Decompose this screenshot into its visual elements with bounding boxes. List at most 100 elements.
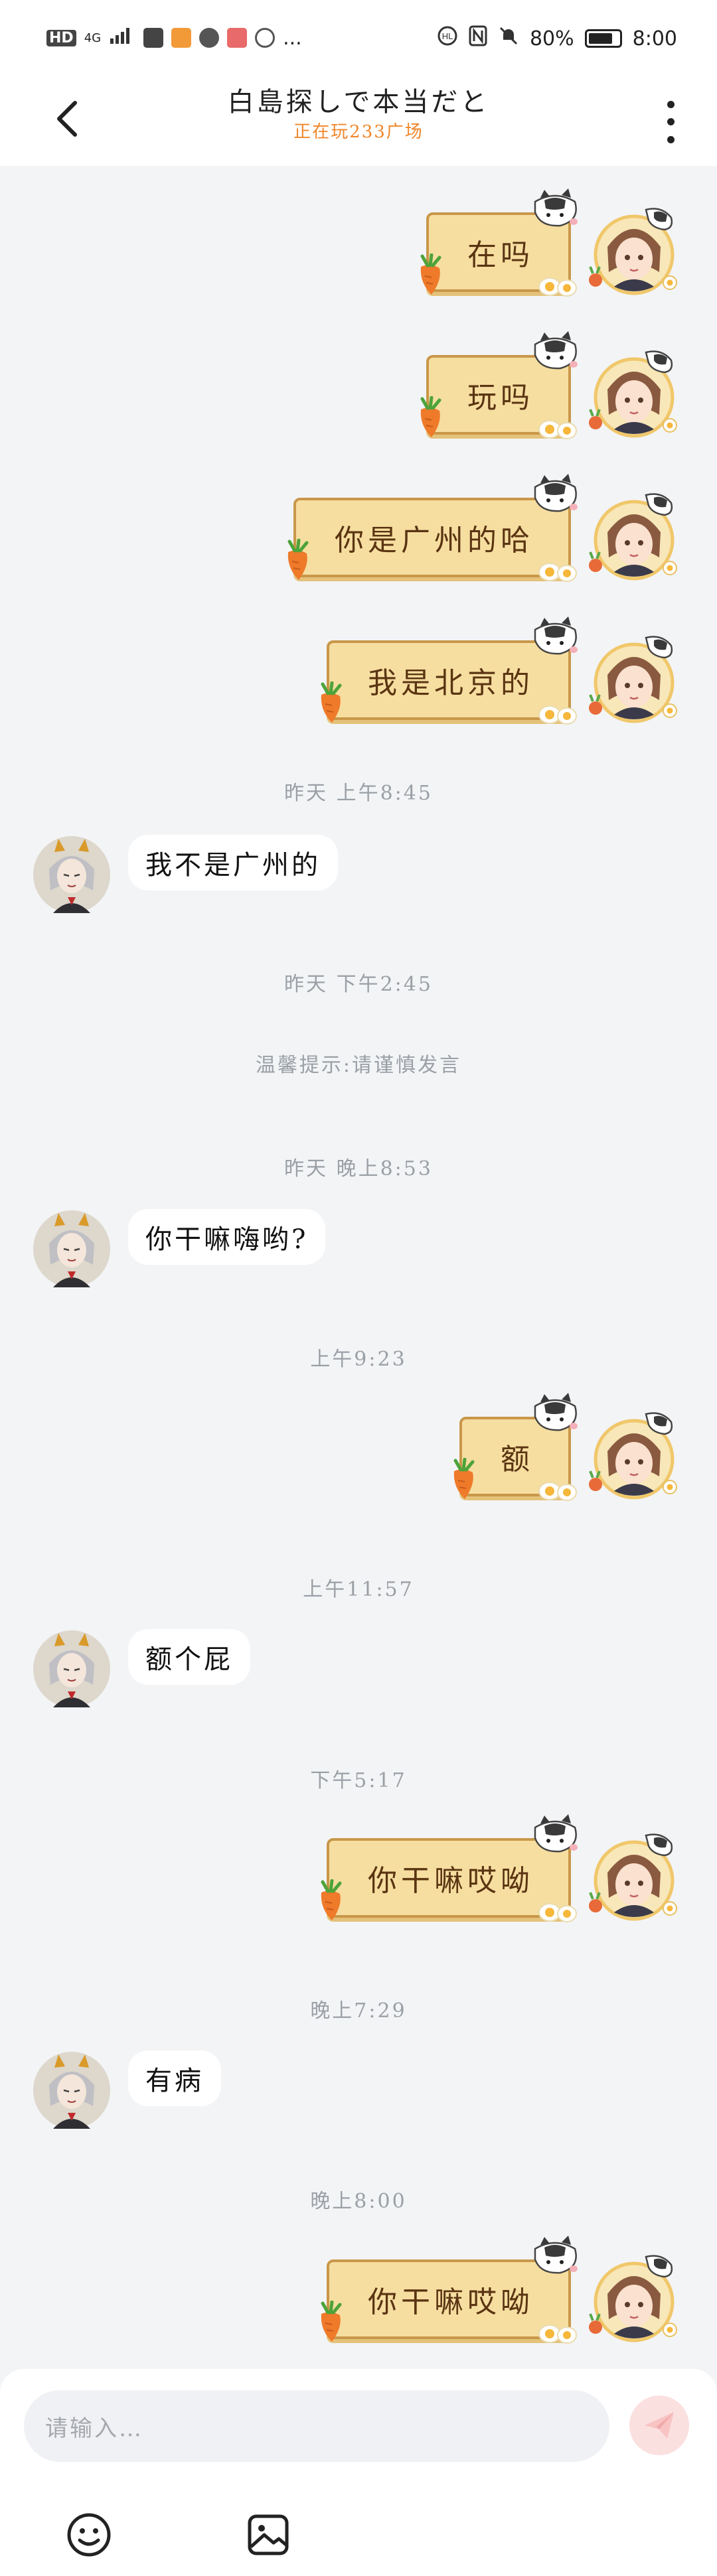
image-button[interactable] [244, 2511, 292, 2559]
sticker: 额 [453, 1393, 578, 1503]
message-row: 你干嘛嗨哟? [0, 1209, 717, 1289]
message-row: 额 [0, 1393, 717, 1516]
chevron-left-icon [57, 101, 77, 137]
message-row: 额个屁 [0, 1629, 717, 1709]
self-avatar[interactable] [588, 2253, 680, 2346]
timestamp: 昨天 晚上8:53 [284, 1157, 433, 1181]
hearing-aid-icon: HL [437, 25, 458, 52]
message-row: 在吗 [0, 188, 717, 312]
more-vertical-icon-dot [667, 118, 675, 126]
sticker-message[interactable]: 你是广州的哈 [287, 474, 578, 584]
smiley-icon [67, 2513, 111, 2557]
timestamp: 下午5:17 [310, 1769, 407, 1792]
carrot-icon [321, 1879, 342, 1920]
message-list[interactable]: 在吗 玩吗 你是广州的哈 我是北京的 昨天 上午8:45 我不是广州的 昨天 下… [0, 166, 717, 2369]
message-input[interactable]: 请输入… [24, 2390, 609, 2462]
cat-icon [534, 1814, 578, 1853]
cat-icon [534, 1393, 578, 1431]
message-row: 你干嘛哎呦 [0, 1814, 717, 1938]
cat-icon [534, 474, 578, 512]
sticker: 在吗 [420, 188, 578, 299]
timestamp: 上午11:57 [303, 1578, 414, 1601]
self-avatar[interactable] [588, 1831, 680, 1924]
circle-icon [255, 28, 276, 48]
carrot-icon [321, 2301, 342, 2342]
svg-text:HL: HL [442, 31, 453, 41]
timestamp: 上午9:23 [310, 1348, 407, 1371]
carrot-icon [321, 681, 342, 723]
video-app-icon [171, 28, 192, 48]
timestamp: 昨天 下午2:45 [284, 973, 433, 996]
system-notice: 温馨提示:请谨慎发言 [255, 1054, 462, 1077]
self-avatar[interactable] [588, 491, 680, 584]
sticker: 你干嘛哎呦 [321, 2236, 578, 2346]
timestamp: 昨天 上午8:45 [284, 782, 433, 805]
input-bar: 请输入… [0, 2369, 717, 2576]
self-avatar[interactable] [588, 206, 680, 299]
carrot-icon [420, 253, 441, 295]
chat-subtitle: 正在玩233广场 [293, 122, 424, 142]
message-bubble[interactable]: 有病 [128, 2050, 221, 2106]
sticker-message[interactable]: 额 [453, 1393, 578, 1503]
cat-icon [534, 2236, 578, 2274]
sticker-message[interactable]: 玩吗 [420, 331, 578, 441]
contact-avatar[interactable] [32, 1209, 112, 1289]
cat-icon [534, 188, 578, 227]
emoji-button[interactable] [65, 2511, 113, 2559]
cat-icon [534, 616, 578, 655]
hd-indicator: HD [46, 29, 76, 46]
egg-icon [538, 705, 577, 725]
mail-app-icon [227, 28, 248, 48]
sticker-message[interactable]: 你干嘛哎呦 [321, 1814, 578, 1924]
message-row: 有病 [0, 2050, 717, 2130]
message-row: 我不是广州的 [0, 835, 717, 914]
egg-icon [538, 1903, 577, 1922]
message-bubble[interactable]: 我不是广州的 [128, 835, 338, 891]
qq-icon [199, 28, 220, 48]
sticker: 玩吗 [420, 331, 578, 441]
message-bubble[interactable]: 额个屁 [128, 1629, 250, 1685]
timestamp: 晚上7:29 [310, 1999, 407, 2023]
message-bubble[interactable]: 你干嘛嗨哟? [128, 1209, 326, 1265]
mute-icon [498, 25, 519, 52]
timestamp: 晚上8:00 [310, 2190, 407, 2213]
back-button[interactable] [44, 96, 90, 142]
message-row: 玩吗 [0, 331, 717, 455]
cat-icon [534, 331, 578, 370]
message-row: 你干嘛哎呦 [0, 2236, 717, 2359]
contact-avatar[interactable] [32, 835, 112, 914]
self-avatar[interactable] [588, 1410, 680, 1503]
image-icon [248, 2514, 289, 2555]
nfc-icon [469, 25, 487, 52]
sticker-message[interactable]: 我是北京的 [321, 616, 578, 727]
sticker-message[interactable]: 在吗 [420, 188, 578, 299]
sticker: 我是北京的 [321, 616, 578, 727]
egg-icon [538, 2325, 577, 2344]
send-button[interactable] [629, 2396, 689, 2455]
chat-header: 白島探しで本当だと 正在玩233广场 [0, 80, 717, 166]
message-row: 你是广州的哈 [0, 474, 717, 597]
upload-icon [143, 28, 164, 48]
contact-avatar[interactable] [32, 1629, 112, 1709]
contact-avatar[interactable] [32, 2050, 112, 2130]
battery-icon [584, 29, 622, 48]
more-vertical-icon-dot [667, 100, 675, 108]
self-avatar[interactable] [588, 634, 680, 727]
self-avatar[interactable] [588, 348, 680, 441]
sticker: 你干嘛哎呦 [321, 1814, 578, 1924]
paper-plane-icon [645, 2412, 674, 2439]
status-left: HD 4G ... [46, 25, 302, 50]
signal-icon [109, 25, 135, 50]
chat-title: 白島探しで本当だと [227, 87, 490, 117]
egg-icon [538, 1482, 577, 1501]
carrot-icon [453, 1458, 475, 1499]
sticker-message[interactable]: 你干嘛哎呦 [321, 2236, 578, 2346]
battery-percent: 80% [529, 27, 574, 50]
title-block: 白島探しで本当だと 正在玩233广场 [133, 84, 584, 143]
message-row: 我是北京的 [0, 616, 717, 740]
status-bar: HD 4G ... HL 80% 8:00 [0, 0, 717, 80]
status-right: HL 80% 8:00 [437, 25, 677, 52]
more-notifications-icon: ... [283, 26, 302, 50]
more-button[interactable] [657, 96, 684, 149]
more-vertical-icon-dot [667, 136, 675, 144]
